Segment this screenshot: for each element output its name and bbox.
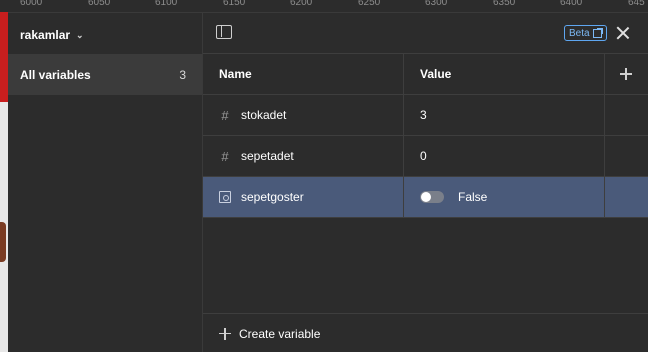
canvas-image-edge bbox=[0, 222, 6, 262]
boolean-variable-icon bbox=[219, 191, 231, 203]
canvas-background bbox=[0, 12, 8, 352]
variables-panel: Beta Name Value # stokadet 3 # sepetadet… bbox=[203, 13, 648, 352]
ruler-tick: 6350 bbox=[493, 0, 516, 8]
close-icon[interactable] bbox=[615, 25, 631, 41]
local-variables-dialog: rakamlar ⌄ All variables 3 Beta Name Val… bbox=[8, 12, 648, 352]
ruler-tick: 6300 bbox=[425, 0, 448, 8]
table-row[interactable]: # sepetadet 0 bbox=[203, 136, 648, 177]
sidebar-item-count: 3 bbox=[179, 67, 186, 82]
external-link-icon bbox=[592, 27, 603, 38]
table-header-row: Name Value bbox=[203, 54, 648, 95]
chevron-down-icon: ⌄ bbox=[76, 29, 84, 40]
variable-name: sepetadet bbox=[241, 149, 294, 163]
variable-value-cell[interactable]: 0 bbox=[404, 136, 605, 176]
variable-value: 0 bbox=[420, 149, 427, 163]
ruler-tick: 6200 bbox=[290, 0, 313, 8]
collection-dropdown[interactable]: rakamlar ⌄ bbox=[20, 27, 84, 43]
create-variable-label: Create variable bbox=[239, 326, 321, 341]
plus-icon bbox=[219, 327, 231, 340]
table-row-selected[interactable]: sepetgoster False bbox=[203, 177, 648, 218]
boolean-toggle[interactable] bbox=[420, 191, 444, 203]
sidebar-item-label: All variables bbox=[20, 67, 91, 82]
ruler-tick: 6400 bbox=[560, 0, 583, 8]
column-header-value: Value bbox=[404, 54, 605, 94]
ruler-tick: 645 bbox=[628, 0, 645, 8]
column-header-name: Name bbox=[203, 54, 404, 94]
ruler-tick: 6000 bbox=[20, 0, 43, 8]
hash-icon: # bbox=[221, 148, 229, 164]
variable-value-cell[interactable]: 3 bbox=[404, 95, 605, 135]
row-spacer bbox=[605, 177, 647, 217]
collections-sidebar: rakamlar ⌄ All variables 3 bbox=[8, 13, 203, 352]
variable-name: stokadet bbox=[241, 108, 287, 122]
panel-header: Beta bbox=[203, 13, 648, 54]
variable-name-cell[interactable]: sepetgoster bbox=[203, 177, 404, 217]
sidebar-item-all-variables[interactable]: All variables 3 bbox=[8, 54, 202, 95]
sidebar-panel-icon[interactable] bbox=[216, 25, 232, 39]
ruler-tick: 6150 bbox=[223, 0, 246, 8]
table-row[interactable]: # stokadet 3 bbox=[203, 95, 648, 136]
variable-value-cell[interactable]: False bbox=[404, 177, 605, 217]
variable-value: 3 bbox=[420, 108, 427, 122]
create-variable-button[interactable]: Create variable bbox=[203, 313, 648, 352]
variable-name-cell[interactable]: # stokadet bbox=[203, 95, 404, 135]
variable-name: sepetgoster bbox=[241, 190, 304, 204]
variables-table: Name Value # stokadet 3 # sepetadet 0 se… bbox=[203, 54, 648, 218]
variable-value: False bbox=[458, 190, 488, 204]
variable-name-cell[interactable]: # sepetadet bbox=[203, 136, 404, 176]
ruler-tick: 6250 bbox=[358, 0, 381, 8]
row-spacer bbox=[605, 136, 647, 176]
beta-badge[interactable]: Beta bbox=[564, 25, 607, 41]
canvas-ruler: 6000 6050 6100 6150 6200 6250 6300 6350 … bbox=[0, 0, 648, 12]
collection-name: rakamlar bbox=[20, 28, 71, 42]
add-mode-button[interactable] bbox=[605, 54, 647, 94]
canvas-frame-edge bbox=[0, 12, 8, 102]
hash-icon: # bbox=[221, 107, 229, 123]
plus-icon bbox=[620, 68, 632, 80]
row-spacer bbox=[605, 95, 647, 135]
ruler-tick: 6100 bbox=[155, 0, 178, 8]
ruler-tick: 6050 bbox=[88, 0, 111, 8]
beta-label: Beta bbox=[569, 27, 590, 39]
